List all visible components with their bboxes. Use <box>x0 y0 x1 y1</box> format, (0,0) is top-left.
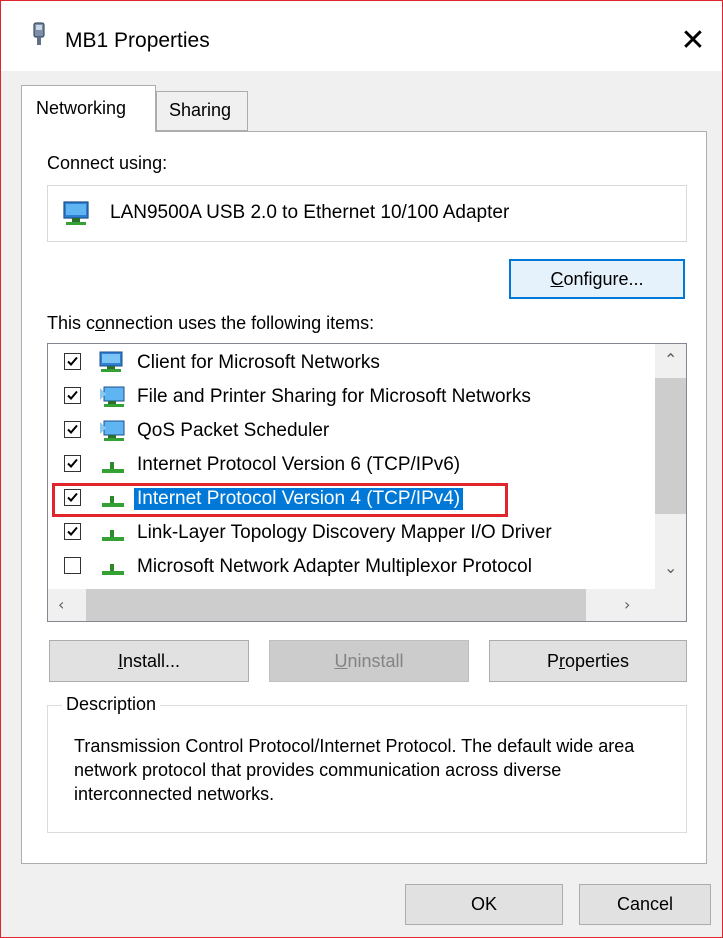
item-checkbox[interactable] <box>64 523 81 540</box>
install-label-rest: nstall... <box>122 650 181 671</box>
install-button[interactable]: Install... <box>49 640 249 682</box>
properties-label: Properties <box>547 651 629 672</box>
close-button[interactable]: ✕ <box>665 15 721 65</box>
list-item[interactable]: Link-Layer Topology Discovery Mapper I/O… <box>48 516 656 550</box>
network-adapter-icon <box>62 200 92 228</box>
network-service-icon <box>98 418 128 442</box>
configure-accesskey: C <box>550 268 564 289</box>
cancel-label: Cancel <box>616 894 674 914</box>
properties-label-pre: P <box>546 650 559 671</box>
window-title: MB1 Properties <box>65 29 210 52</box>
uninstall-label: Uninstall <box>334 651 403 672</box>
properties-label-rest: operties <box>564 650 630 671</box>
item-checkbox[interactable] <box>64 489 81 506</box>
scroll-left-icon[interactable]: ‹ <box>58 595 64 614</box>
items-label-accesskey: o <box>95 313 106 333</box>
list-item[interactable]: Internet Protocol Version 6 (TCP/IPv6) <box>48 448 656 482</box>
properties-dialog: MB1 Properties ✕ Networking Sharing Conn… <box>0 0 723 938</box>
install-label: Install... <box>118 651 180 672</box>
item-label: Link-Layer Topology Discovery Mapper I/O… <box>137 522 552 543</box>
item-checkbox[interactable] <box>64 421 81 438</box>
uninstall-button[interactable]: Uninstall <box>269 640 469 682</box>
protocol-icon <box>98 452 128 476</box>
connect-using-label: Connect using: <box>47 153 168 173</box>
configure-label: Configure... <box>550 269 643 290</box>
description-title: Description <box>62 694 161 715</box>
item-checkbox[interactable] <box>64 557 81 574</box>
configure-button[interactable]: Configure... <box>509 259 685 299</box>
protocol-icon <box>98 520 128 544</box>
ok-label: OK <box>470 894 497 914</box>
tab-sharing[interactable]: Sharing <box>156 91 248 131</box>
tab-networking-label: Networking <box>36 98 127 118</box>
list-item-selected[interactable]: Internet Protocol Version 4 (TCP/IPv4) <box>48 482 656 517</box>
item-label: File and Printer Sharing for Microsoft N… <box>137 386 531 407</box>
item-label: QoS Packet Scheduler <box>137 420 330 441</box>
items-label-pre: This c <box>47 313 96 333</box>
list-item[interactable]: File and Printer Sharing for Microsoft N… <box>48 380 656 414</box>
configure-label-rest: onfigure... <box>563 268 644 289</box>
close-icon: ✕ <box>680 22 706 58</box>
item-label: Internet Protocol Version 4 (TCP/IPv4) <box>134 488 464 510</box>
item-label: Microsoft Network Adapter Multiplexor Pr… <box>137 556 532 577</box>
title-bar[interactable]: MB1 Properties ✕ <box>1 1 722 71</box>
protocol-icon <box>98 554 128 578</box>
list-item[interactable]: Microsoft Network Adapter Multiplexor Pr… <box>48 550 656 584</box>
item-checkbox[interactable] <box>64 455 81 472</box>
tab-sharing-label: Sharing <box>169 100 232 120</box>
item-label: Internet Protocol Version 6 (TCP/IPv6) <box>137 454 461 475</box>
protocol-icon <box>98 486 128 510</box>
ok-button[interactable]: OK <box>405 884 563 925</box>
adapter-field: LAN9500A USB 2.0 to Ethernet 10/100 Adap… <box>47 185 687 242</box>
vertical-scrollbar[interactable]: ⌃ ⌄ <box>655 344 686 589</box>
item-label: Client for Microsoft Networks <box>137 352 380 373</box>
components-list[interactable]: Client for Microsoft Networks File and P… <box>47 343 687 622</box>
list-item[interactable]: Client for Microsoft Networks <box>48 346 656 380</box>
description-text: Transmission Control Protocol/Internet P… <box>74 736 635 804</box>
network-service-icon <box>98 384 128 408</box>
uninstall-label-rest: ninstall <box>347 650 404 671</box>
list-item[interactable]: QoS Packet Scheduler <box>48 414 656 448</box>
items-label-post: nnection uses the following items: <box>105 313 375 333</box>
adapter-name: LAN9500A USB 2.0 to Ethernet 10/100 Adap… <box>110 202 510 223</box>
item-checkbox[interactable] <box>64 353 81 370</box>
tab-networking[interactable]: Networking <box>21 85 156 132</box>
scroll-up-icon[interactable]: ⌃ <box>664 350 677 369</box>
network-client-icon <box>98 350 128 374</box>
items-label: This connection uses the following items… <box>47 313 374 334</box>
scroll-right-icon[interactable]: › <box>624 595 630 614</box>
properties-button[interactable]: Properties <box>489 640 687 682</box>
horizontal-scrollbar[interactable]: ‹ › <box>48 589 686 621</box>
network-adapter-title-icon <box>31 21 47 49</box>
horizontal-scroll-thumb[interactable] <box>86 589 586 621</box>
item-checkbox[interactable] <box>64 387 81 404</box>
vertical-scroll-thumb[interactable] <box>655 378 686 514</box>
uninstall-accesskey: U <box>334 650 348 671</box>
scroll-down-icon[interactable]: ⌄ <box>664 558 677 577</box>
cancel-button[interactable]: Cancel <box>579 884 711 925</box>
description-group: Description Transmission Control Protoco… <box>47 694 687 833</box>
